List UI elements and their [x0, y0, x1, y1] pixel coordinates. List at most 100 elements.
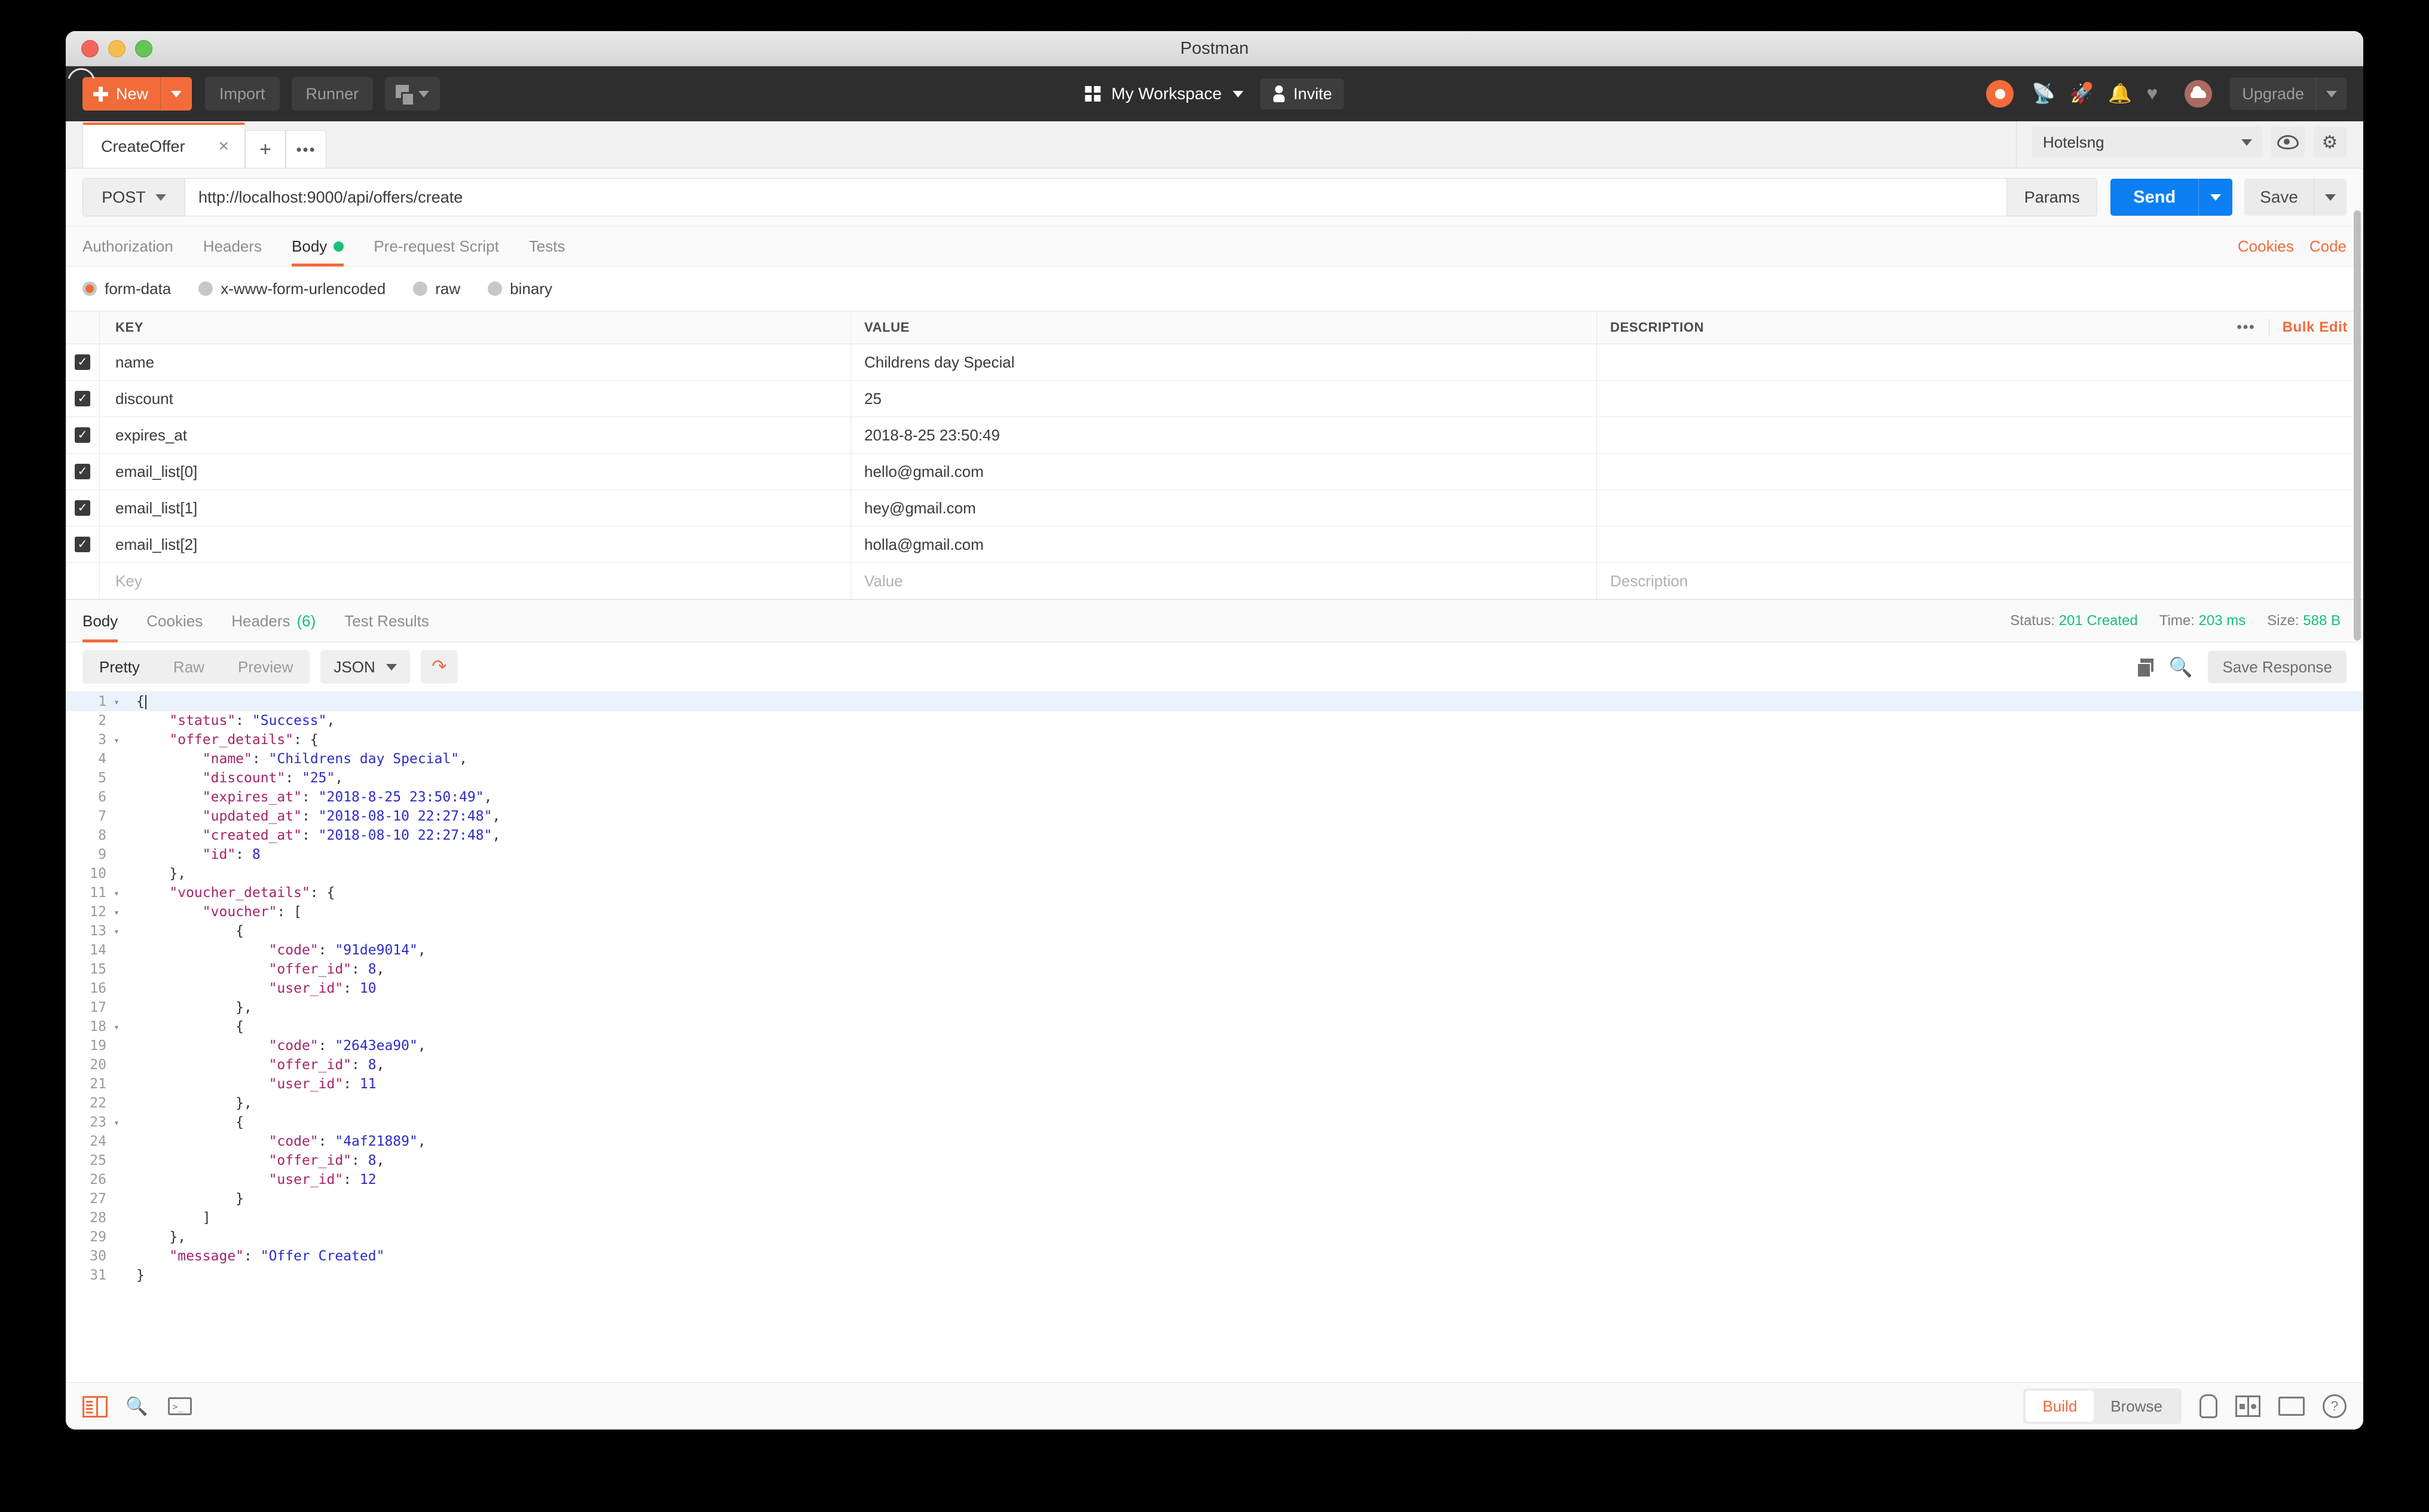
antenna-icon[interactable]: 📡 — [2032, 84, 2055, 104]
row-value-input[interactable]: holla@gmail.com — [851, 527, 1597, 562]
response-tab-body[interactable]: Body — [82, 600, 118, 642]
rocket-icon[interactable]: 🚀 — [2070, 82, 2094, 104]
url-input[interactable]: http://localhost:9000/api/offers/create — [185, 179, 2006, 216]
word-wrap-button[interactable]: ↷ — [420, 650, 458, 684]
params-button[interactable]: Params — [2006, 179, 2097, 216]
tab-authorization[interactable]: Authorization — [82, 227, 173, 266]
checkbox-checked-icon[interactable]: ✓ — [75, 464, 90, 479]
row-value-input[interactable]: hey@gmail.com — [851, 490, 1597, 526]
save-request-button[interactable]: Save — [2244, 179, 2314, 216]
checkbox-checked-icon[interactable]: ✓ — [75, 500, 90, 516]
row-description-input[interactable] — [1597, 454, 2363, 489]
fold-toggle-icon[interactable]: ▾ — [110, 1117, 123, 1128]
table-options-button[interactable]: ••• — [2223, 319, 2269, 336]
save-response-button[interactable]: Save Response — [2208, 651, 2347, 683]
environment-quick-look-button[interactable] — [2271, 127, 2305, 158]
new-row-description-input[interactable]: Description — [1597, 563, 2363, 599]
response-code-viewer[interactable]: 1 ▾ {2 "status": "Success", 3 ▾ "offer_detai… — [66, 691, 2363, 1382]
mode-build[interactable]: Build — [2026, 1391, 2094, 1422]
table-empty-row[interactable]: Key Value Description — [66, 563, 2363, 599]
code-link[interactable]: Code — [2309, 237, 2347, 256]
tab-headers[interactable]: Headers — [203, 227, 262, 266]
sync-icon[interactable] — [68, 68, 2014, 108]
checkbox-checked-icon[interactable]: ✓ — [75, 391, 90, 406]
tab-options-button[interactable]: ••• — [286, 130, 327, 168]
row-checkbox-cell[interactable]: ✓ — [66, 417, 100, 453]
search-icon[interactable]: 🔍 — [2169, 656, 2193, 678]
heart-icon[interactable]: ♥ — [2146, 84, 2167, 104]
row-description-input[interactable] — [1597, 527, 2363, 562]
view-mode-pretty[interactable]: Pretty — [82, 658, 157, 677]
request-tab-createoffer[interactable]: CreateOffer × — [82, 123, 246, 168]
row-key-input[interactable]: email_list[1] — [100, 490, 851, 526]
table-row[interactable]: ✓ email_list[2] holla@gmail.com — [66, 527, 2363, 563]
save-dropdown-button[interactable] — [2314, 179, 2347, 216]
body-type-binary[interactable]: binary — [488, 280, 552, 298]
response-tab-cookies[interactable]: Cookies — [146, 600, 203, 642]
sidebar-toggle-icon[interactable] — [82, 1396, 108, 1418]
response-tab-test-results[interactable]: Test Results — [344, 600, 429, 642]
row-checkbox-cell[interactable]: ✓ — [66, 454, 100, 489]
bulk-edit-button[interactable]: Bulk Edit — [2269, 319, 2348, 336]
environment-select[interactable]: Hotelsng — [2032, 127, 2263, 158]
fold-toggle-icon[interactable]: ▾ — [110, 734, 123, 746]
upgrade-button[interactable]: Upgrade — [2230, 78, 2347, 110]
row-description-input[interactable] — [1597, 417, 2363, 453]
fold-toggle-icon[interactable]: ▾ — [110, 696, 123, 708]
console-icon[interactable]: >_ — [168, 1397, 192, 1415]
body-type-raw[interactable]: raw — [413, 280, 460, 298]
row-checkbox-cell[interactable]: ✓ — [66, 344, 100, 380]
invite-button[interactable]: Invite — [1260, 78, 1344, 109]
two-pane-icon[interactable] — [2235, 1395, 2260, 1417]
row-checkbox-cell[interactable]: ✓ — [66, 381, 100, 417]
body-type-form-data[interactable]: form-data — [82, 280, 171, 298]
send-button[interactable]: Send — [2110, 179, 2199, 216]
avatar[interactable] — [2185, 80, 2213, 108]
mode-browse[interactable]: Browse — [2094, 1391, 2179, 1422]
bell-icon[interactable]: 🔔 — [2108, 84, 2132, 104]
row-key-input[interactable]: discount — [100, 381, 851, 417]
row-key-input[interactable]: expires_at — [100, 417, 851, 453]
manage-environments-button[interactable]: ⚙ — [2313, 127, 2347, 158]
tab-pre-request-script[interactable]: Pre-request Script — [374, 227, 499, 266]
response-tab-headers[interactable]: Headers (6) — [231, 600, 316, 642]
row-key-input[interactable]: name — [100, 344, 851, 380]
import-button[interactable]: Import — [205, 77, 280, 111]
upgrade-dropdown-button[interactable] — [2316, 78, 2347, 110]
find-icon[interactable]: 🔍 — [126, 1396, 148, 1417]
tab-tests[interactable]: Tests — [529, 227, 565, 266]
help-icon[interactable]: ? — [2323, 1394, 2347, 1418]
row-description-input[interactable] — [1597, 344, 2363, 380]
table-row[interactable]: ✓ name Childrens day Special — [66, 344, 2363, 381]
table-row[interactable]: ✓ discount 25 — [66, 381, 2363, 417]
row-description-input[interactable] — [1597, 490, 2363, 526]
fold-toggle-icon[interactable]: ▾ — [110, 907, 123, 918]
fold-toggle-icon[interactable]: ▾ — [110, 887, 123, 899]
row-checkbox-cell[interactable] — [66, 563, 100, 599]
new-row-value-input[interactable]: Value — [851, 563, 1597, 599]
row-key-input[interactable]: email_list[0] — [100, 454, 851, 489]
new-dropdown-button[interactable] — [160, 77, 192, 111]
table-row[interactable]: ✓ email_list[1] hey@gmail.com — [66, 490, 2363, 527]
tab-body[interactable]: Body — [292, 227, 344, 267]
view-mode-preview[interactable]: Preview — [221, 658, 310, 677]
keyboard-icon[interactable] — [2278, 1397, 2305, 1416]
checkbox-checked-icon[interactable]: ✓ — [75, 427, 90, 443]
row-key-input[interactable]: email_list[2] — [100, 527, 851, 562]
row-checkbox-cell[interactable]: ✓ — [66, 490, 100, 526]
runner-button[interactable]: Runner — [291, 77, 374, 111]
row-value-input[interactable]: 2018-8-25 23:50:49 — [851, 417, 1597, 453]
row-checkbox-cell[interactable]: ✓ — [66, 527, 100, 562]
http-method-select[interactable]: POST — [83, 179, 185, 216]
bulb-icon[interactable] — [2199, 1394, 2217, 1418]
body-type-urlencoded[interactable]: x-www-form-urlencoded — [198, 280, 386, 298]
table-row[interactable]: ✓ email_list[0] hello@gmail.com — [66, 454, 2363, 490]
row-value-input[interactable]: hello@gmail.com — [851, 454, 1597, 489]
row-value-input[interactable]: 25 — [851, 381, 1597, 417]
workspace-selector[interactable]: My Workspace Invite — [1085, 78, 1344, 109]
new-row-key-input[interactable]: Key — [100, 563, 851, 599]
new-button[interactable]: New — [82, 77, 192, 111]
fold-toggle-icon[interactable]: ▾ — [110, 1021, 123, 1033]
row-description-input[interactable] — [1597, 381, 2363, 417]
close-icon[interactable]: × — [219, 136, 230, 157]
